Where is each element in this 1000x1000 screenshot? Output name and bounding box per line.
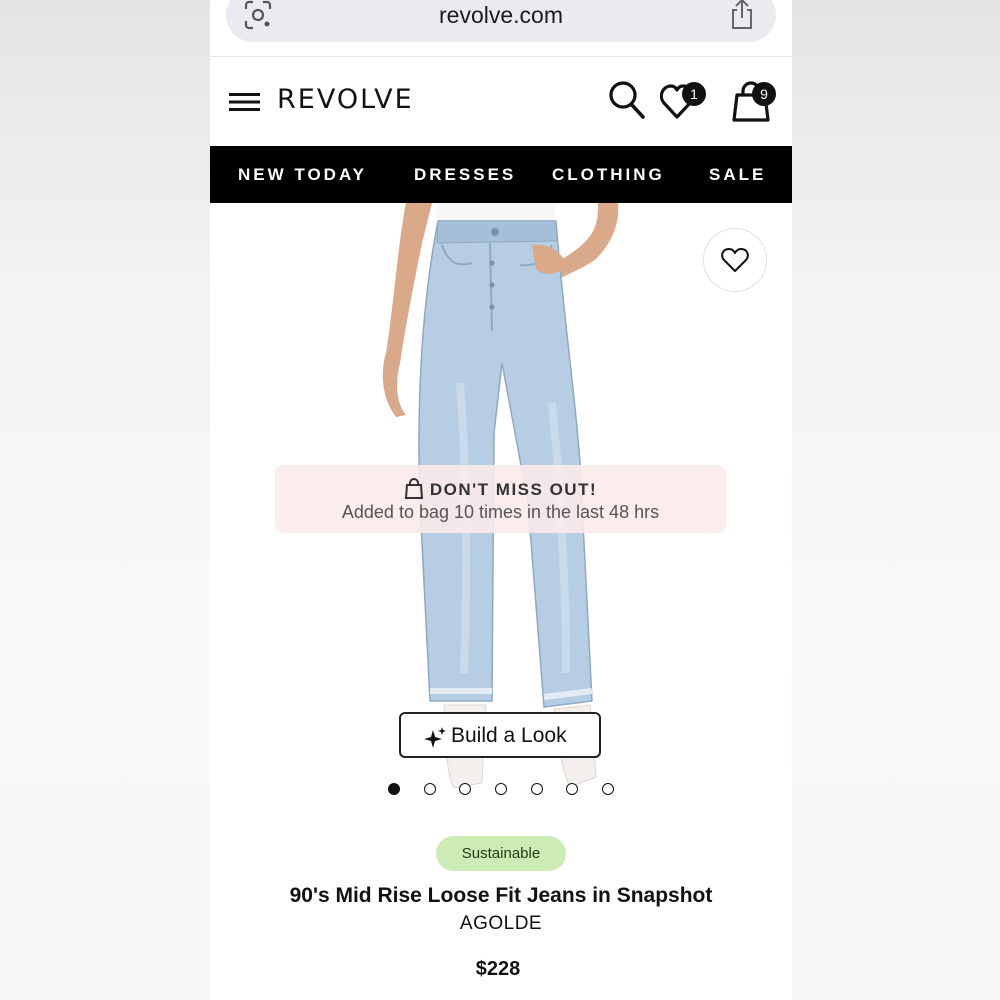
- site-logo[interactable]: REVOLVE: [277, 84, 414, 115]
- background-blur-left: [0, 0, 210, 1000]
- search-icon[interactable]: [608, 80, 646, 120]
- sustainable-badge: Sustainable: [436, 836, 566, 871]
- build-a-look-button[interactable]: Build a Look: [399, 712, 601, 758]
- nav-item-new-today[interactable]: NEW TODAY: [238, 165, 367, 185]
- bag-count-badge: 9: [752, 82, 776, 106]
- add-to-wishlist-button[interactable]: [703, 228, 767, 292]
- pagination-dot-6[interactable]: [566, 783, 578, 795]
- address-bar[interactable]: revolve.com: [226, 0, 776, 42]
- gallery-pagination: [388, 783, 628, 797]
- site-header: REVOLVE 1 9: [210, 57, 792, 146]
- pagination-dot-3[interactable]: [459, 783, 471, 795]
- pagination-dot-7[interactable]: [602, 783, 614, 795]
- pagination-dot-5[interactable]: [531, 783, 543, 795]
- product-brand[interactable]: AGOLDE: [210, 913, 792, 935]
- sparkle-icon: [424, 727, 446, 748]
- product-title: 90's Mid Rise Loose Fit Jeans in Snapsho…: [289, 884, 713, 907]
- share-icon[interactable]: [728, 0, 756, 30]
- url-text[interactable]: revolve.com: [226, 2, 776, 29]
- build-a-look-label: Build a Look: [451, 724, 567, 747]
- pagination-dot-4[interactable]: [495, 783, 507, 795]
- nav-item-sale[interactable]: SALE: [709, 165, 766, 185]
- category-nav: NEW TODAY DRESSES CLOTHING SALE: [210, 146, 792, 203]
- wishlist-count-badge: 1: [682, 82, 706, 106]
- nav-item-dresses[interactable]: DRESSES: [414, 165, 516, 185]
- menu-icon[interactable]: [229, 91, 260, 113]
- background-blur-right: [792, 0, 1000, 1000]
- urgency-banner: DON'T MISS OUT! Added to bag 10 times in…: [275, 465, 726, 533]
- nav-item-clothing[interactable]: CLOTHING: [552, 165, 665, 185]
- pagination-dot-1[interactable]: [388, 783, 400, 795]
- browser-bar: revolve.com: [210, 0, 792, 57]
- promo-title: DON'T MISS OUT!: [429, 480, 598, 499]
- bag-icon: [404, 478, 423, 499]
- pagination-dot-2[interactable]: [424, 783, 436, 795]
- product-gallery[interactable]: DON'T MISS OUT! Added to bag 10 times in…: [210, 203, 792, 813]
- product-price: $228: [475, 958, 521, 980]
- heart-icon: [721, 248, 749, 272]
- phone-screen: revolve.com REVOLVE 1 9 NEW TODAY DRESSE…: [210, 0, 792, 1000]
- promo-text: Added to bag 10 times in the last 48 hrs: [341, 502, 660, 522]
